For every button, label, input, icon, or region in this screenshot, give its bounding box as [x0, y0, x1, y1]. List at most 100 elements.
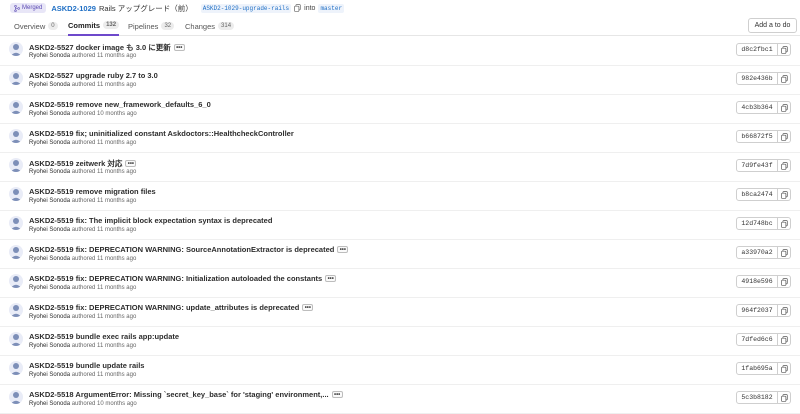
user-avatar[interactable] — [9, 129, 23, 143]
commit-sha-button[interactable]: 7dfed6c6 — [736, 333, 778, 346]
target-branch[interactable]: master — [318, 3, 345, 13]
commit-title[interactable]: ASKD2-5519 fix: DEPRECATION WARNING: Sou… — [29, 245, 349, 254]
commit-author[interactable]: Ryohei Sonoda — [29, 169, 70, 175]
commit-title-text[interactable]: ASKD2-5519 fix: The implicit block expec… — [29, 216, 272, 225]
user-avatar[interactable] — [9, 158, 23, 172]
commit-title-text[interactable]: ASKD2-5519 fix: DEPRECATION WARNING: Sou… — [29, 245, 334, 254]
commit-sha-button[interactable]: 1fab695a — [736, 362, 778, 375]
commit-title-text[interactable]: ASKD2-5519 fix; uninitialized constant A… — [29, 129, 294, 138]
commit-title-text[interactable]: ASKD2-5519 zeitwerk 対応 — [29, 158, 122, 169]
commit-author[interactable]: Ryohei Sonoda — [29, 343, 70, 349]
copy-icon — [780, 393, 788, 402]
commit-title-text[interactable]: ASKD2-5519 remove new_framework_defaults… — [29, 100, 211, 109]
commit-sha-button[interactable]: 4cb3b364 — [736, 101, 778, 114]
commit-author[interactable]: Ryohei Sonoda — [29, 140, 70, 146]
ellipsis-icon[interactable]: ••• — [302, 304, 314, 311]
commit-title[interactable]: ASKD2-5519 fix: DEPRECATION WARNING: upd… — [29, 303, 314, 312]
commit-author[interactable]: Ryohei Sonoda — [29, 256, 70, 262]
commit-title[interactable]: ASKD2-5519 zeitwerk 対応 ••• — [29, 158, 137, 169]
merge-request-title: Rails アップグレード（前） — [98, 3, 193, 13]
commit-sha-button[interactable]: d8c2fbc1 — [736, 43, 778, 56]
commit-sha-button[interactable]: b8ca2474 — [736, 188, 778, 201]
commit-title-text[interactable]: ASKD2-5527 upgrade ruby 2.7 to 3.0 — [29, 71, 158, 80]
commit-author[interactable]: Ryohei Sonoda — [29, 401, 70, 407]
commit-title-text[interactable]: ASKD2-5519 remove migration files — [29, 187, 156, 196]
commit-author[interactable]: Ryohei Sonoda — [29, 227, 70, 233]
commit-title-text[interactable]: ASKD2-5519 bundle update rails — [29, 361, 144, 370]
add-todo-button[interactable]: Add a to do — [748, 18, 797, 33]
copy-sha-button[interactable] — [778, 72, 791, 85]
user-avatar[interactable] — [9, 303, 23, 317]
ellipsis-icon[interactable]: ••• — [173, 44, 185, 51]
commit-title[interactable]: ASKD2-5519 bundle update rails — [29, 361, 144, 370]
copy-sha-button[interactable] — [778, 130, 791, 143]
commit-title[interactable]: ASKD2-5527 docker image も 3.0 に更新 ••• — [29, 42, 185, 53]
commit-title[interactable]: ASKD2-5519 fix; uninitialized constant A… — [29, 129, 294, 138]
commit-sha-button[interactable]: 12d748bc — [736, 217, 778, 230]
copy-sha-button[interactable] — [778, 188, 791, 201]
copy-icon — [780, 277, 788, 286]
commit-sha-button[interactable]: 7d9fe43f — [736, 159, 778, 172]
commit-title-text[interactable]: ASKD2-5519 fix: DEPRECATION WARNING: upd… — [29, 303, 299, 312]
tab-overview[interactable]: Overview 0 — [14, 16, 58, 36]
user-avatar[interactable] — [9, 390, 23, 404]
commit-author[interactable]: Ryohei Sonoda — [29, 53, 70, 59]
commit-title[interactable]: ASKD2-5519 fix: The implicit block expec… — [29, 216, 272, 225]
copy-sha-button[interactable] — [778, 43, 791, 56]
commit-sha-button[interactable]: 4918e596 — [736, 275, 778, 288]
commit-author[interactable]: Ryohei Sonoda — [29, 111, 70, 117]
user-avatar[interactable] — [9, 332, 23, 346]
ellipsis-icon[interactable]: ••• — [125, 160, 137, 167]
ellipsis-icon[interactable]: ••• — [337, 246, 349, 253]
user-avatar[interactable] — [9, 216, 23, 230]
commit-title[interactable]: ASKD2-5518 ArgumentError: Missing `secre… — [29, 390, 343, 399]
copy-sha-button[interactable] — [778, 333, 791, 346]
user-avatar[interactable] — [9, 245, 23, 259]
commit-title-text[interactable]: ASKD2-5527 docker image も 3.0 に更新 — [29, 42, 171, 53]
commit-sha-button[interactable]: 982e436b — [736, 72, 778, 85]
commit-title[interactable]: ASKD2-5519 remove migration files — [29, 187, 156, 196]
user-avatar[interactable] — [9, 71, 23, 85]
commit-author[interactable]: Ryohei Sonoda — [29, 198, 70, 204]
tab-commits[interactable]: Commits 132 — [68, 16, 120, 36]
commit-author[interactable]: Ryohei Sonoda — [29, 314, 70, 320]
copy-sha-button[interactable] — [778, 391, 791, 404]
commit-title-text[interactable]: ASKD2-5519 fix: DEPRECATION WARNING: Ini… — [29, 274, 322, 283]
user-avatar[interactable] — [9, 100, 23, 114]
tab-changes[interactable]: Changes 314 — [185, 16, 235, 36]
commit-meta: Ryohei Sonoda authored 11 months ago — [29, 140, 136, 146]
tab-pipelines[interactable]: Pipelines 32 — [128, 16, 175, 36]
commit-sha-button[interactable]: a33970a2 — [736, 246, 778, 259]
commit-title[interactable]: ASKD2-5527 upgrade ruby 2.7 to 3.0 — [29, 71, 158, 80]
copy-sha-button[interactable] — [778, 159, 791, 172]
commit-title[interactable]: ASKD2-5519 remove new_framework_defaults… — [29, 100, 211, 109]
commit-sha-button[interactable]: b66872f5 — [736, 130, 778, 143]
user-avatar[interactable] — [9, 187, 23, 201]
commit-title-text[interactable]: ASKD2-5519 bundle exec rails app:update — [29, 332, 179, 341]
tab-changes-count: 314 — [218, 22, 235, 30]
commit-title[interactable]: ASKD2-5519 bundle exec rails app:update — [29, 332, 179, 341]
commit-title[interactable]: ASKD2-5519 fix: DEPRECATION WARNING: Ini… — [29, 274, 337, 283]
user-avatar[interactable] — [9, 361, 23, 375]
commit-author[interactable]: Ryohei Sonoda — [29, 285, 70, 291]
source-branch[interactable]: ASKD2-1029-upgrade-rails — [200, 3, 292, 13]
ellipsis-icon[interactable]: ••• — [331, 391, 343, 398]
ellipsis-icon[interactable]: ••• — [325, 275, 337, 282]
user-avatar[interactable] — [9, 42, 23, 56]
commit-sha-button[interactable]: 5c3b8182 — [736, 391, 778, 404]
copy-sha-button[interactable] — [778, 362, 791, 375]
commit-author[interactable]: Ryohei Sonoda — [29, 82, 70, 88]
copy-branch-icon[interactable] — [294, 4, 301, 12]
user-avatar[interactable] — [9, 274, 23, 288]
commit-sha-button[interactable]: 964f2037 — [736, 304, 778, 317]
commit-author[interactable]: Ryohei Sonoda — [29, 372, 70, 378]
copy-sha-button[interactable] — [778, 275, 791, 288]
copy-sha-button[interactable] — [778, 101, 791, 114]
commit-title-text[interactable]: ASKD2-5518 ArgumentError: Missing `secre… — [29, 390, 329, 399]
copy-sha-button[interactable] — [778, 304, 791, 317]
copy-sha-button[interactable] — [778, 217, 791, 230]
commit-time: authored 11 months ago — [71, 285, 137, 291]
tab-overview-count: 0 — [48, 22, 58, 30]
copy-sha-button[interactable] — [778, 246, 791, 259]
merge-request-id[interactable]: ASKD2-1029 — [51, 4, 96, 13]
